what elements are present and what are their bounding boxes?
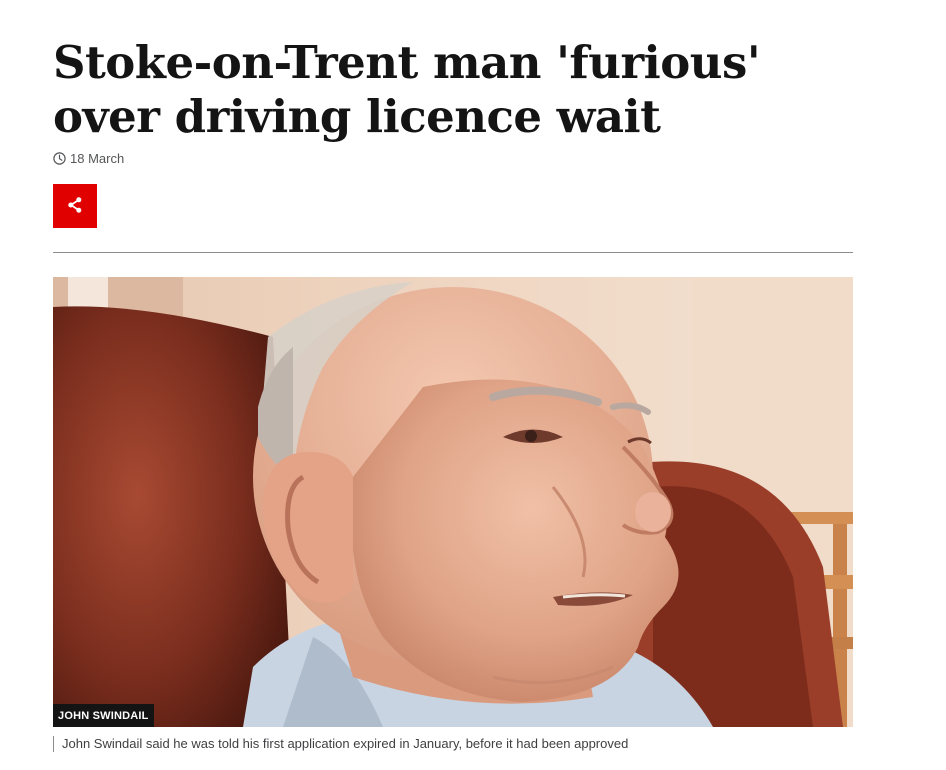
image-caption: John Swindail said he was told his first…	[53, 736, 628, 752]
article-meta: 18 March	[53, 151, 124, 166]
share-button[interactable]	[53, 184, 97, 228]
lead-image: JOHN SWINDAIL	[53, 277, 853, 727]
share-icon	[66, 196, 84, 217]
divider	[53, 252, 853, 253]
image-credit: JOHN SWINDAIL	[53, 704, 154, 727]
clock-icon	[53, 152, 66, 165]
headline: Stoke-on-Trent man 'furious' over drivin…	[53, 36, 761, 143]
publish-date: 18 March	[70, 151, 125, 166]
portrait-photo	[53, 277, 853, 727]
